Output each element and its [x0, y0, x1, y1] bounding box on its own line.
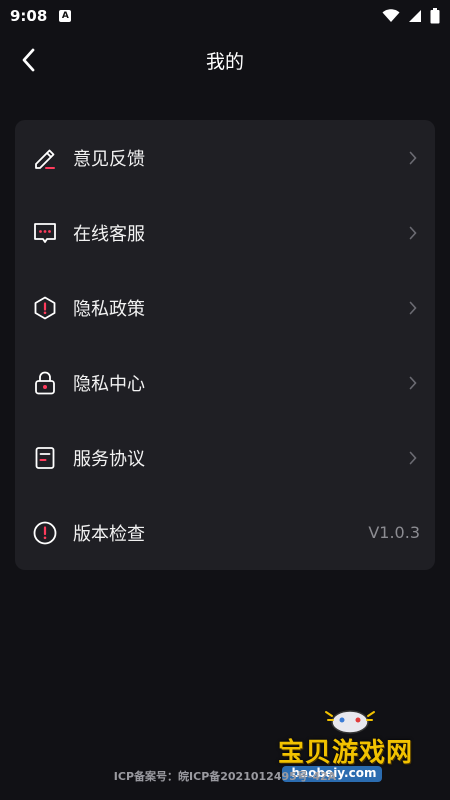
pencil-icon	[31, 144, 59, 172]
menu-item-label: 在线客服	[73, 223, 145, 245]
menu-item-privacy-center[interactable]: 隐私中心	[15, 345, 435, 420]
wifi-icon	[382, 9, 400, 22]
menu-item-customer-service[interactable]: 在线客服	[15, 195, 435, 270]
back-button[interactable]	[12, 44, 44, 76]
chevron-right-icon	[406, 151, 420, 165]
chevron-right-icon	[406, 451, 420, 465]
chevron-right-icon	[406, 376, 420, 390]
menu-item-label: 隐私中心	[73, 373, 145, 395]
signal-icon	[409, 10, 421, 22]
circle-alert-icon	[31, 519, 59, 547]
icp-record-text: ICP备案号：皖ICP备2021012495号-42A	[113, 770, 337, 783]
status-bar: 9:08 A	[0, 0, 450, 32]
a-badge-icon: A	[59, 10, 72, 22]
settings-menu: 意见反馈 在线客服 隐私政策 隐私中心 服务协议 版本检查 V1.0.3	[15, 120, 435, 570]
chevron-right-icon	[406, 226, 420, 240]
menu-item-service-agreement[interactable]: 服务协议	[15, 420, 435, 495]
status-time: 9:08	[10, 7, 48, 25]
battery-icon	[430, 8, 440, 24]
document-icon	[31, 444, 59, 472]
menu-item-version-check[interactable]: 版本检查 V1.0.3	[15, 495, 435, 570]
header: 我的	[0, 32, 450, 88]
chat-bubble-icon	[31, 219, 59, 247]
my-page: 9:08 A 我的 意见反馈 在线客服 隐私政策 隐私中心 服务协议 版本检查 …	[0, 0, 450, 800]
version-value: V1.0.3	[368, 523, 420, 542]
chevron-left-icon	[22, 48, 35, 72]
hexagon-alert-icon	[31, 294, 59, 322]
status-icons	[382, 8, 440, 24]
menu-item-privacy-policy[interactable]: 隐私政策	[15, 270, 435, 345]
watermark-title: 宝贝游戏网	[278, 738, 414, 768]
page-title: 我的	[205, 50, 244, 73]
menu-item-label: 版本检查	[73, 523, 145, 545]
chevron-right-icon	[406, 301, 420, 315]
menu-item-feedback[interactable]: 意见反馈	[15, 120, 435, 195]
menu-item-label: 隐私政策	[73, 298, 145, 320]
menu-item-label: 服务协议	[73, 448, 145, 470]
menu-item-label: 意见反馈	[73, 148, 145, 170]
lock-icon	[31, 369, 59, 397]
